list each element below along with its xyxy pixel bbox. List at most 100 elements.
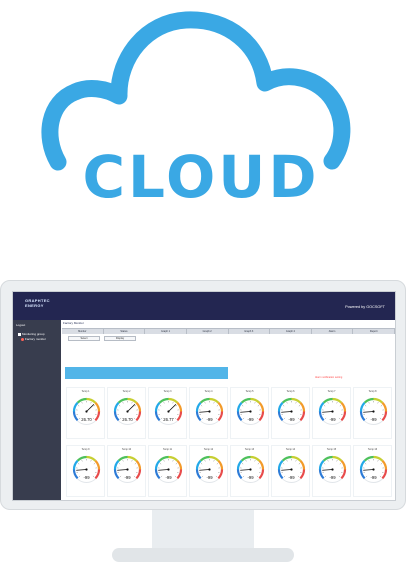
alert-dot-icon [21, 337, 24, 341]
gauge-label: Temp 2 [122, 390, 131, 393]
gauge-dial: -99 [318, 455, 347, 483]
tab-bar: Monitor Status Graph 1 Graph 2 Graph 3 G… [62, 328, 395, 334]
tab-graph-2[interactable]: Graph 2 [187, 329, 229, 334]
gauge-card: Temp 3 26.77 [148, 387, 187, 439]
gauge-hub [208, 410, 211, 413]
gauge-value: 26.70 [81, 417, 92, 422]
gauge-value: -99 [206, 475, 213, 480]
display-button[interactable]: Display [104, 336, 136, 341]
gauge-card: Temp 16 -99 [353, 445, 392, 497]
tree-root-label: Monitoring group [22, 332, 45, 336]
gauge-card: Temp 11 -99 [148, 445, 187, 497]
gauge-hub [85, 410, 88, 413]
gauge-card: Temp 15 -99 [312, 445, 351, 497]
status-banner [65, 367, 228, 379]
cloud-title: CLOUD [82, 143, 320, 211]
brand-line-2: ENERGY [25, 303, 44, 308]
gauge-label: Temp 11 [163, 448, 172, 451]
gauge-card: Temp 6 -99 [271, 387, 310, 439]
gauge-label: Temp 16 [367, 448, 378, 451]
gauge-dial: -99 [72, 455, 101, 483]
gauge-hub [331, 468, 334, 471]
gauge-dial: -99 [195, 397, 224, 425]
gauge-label: Temp 8 [368, 390, 377, 393]
gauge-card: Temp 1 26.70 [66, 387, 105, 439]
tab-graph-1[interactable]: Graph 1 [145, 329, 187, 334]
tree-toggle-icon[interactable] [18, 332, 21, 336]
group-title: Factory Monitor [63, 321, 84, 325]
gauge-label: Temp 13 [244, 448, 255, 451]
monitor-stand-foot [112, 548, 294, 562]
gauge-dial: -99 [359, 397, 388, 425]
gauge-label: Temp 5 [245, 390, 254, 393]
gauge-hub [126, 410, 129, 413]
gauge-value: 26.70 [122, 417, 133, 422]
monitor-screen: GRAPHTEC ENERGY Powered by GOCSOFT Logou… [12, 291, 396, 501]
sidebar: Logout Monitoring group Factory monitor [13, 320, 61, 500]
gauge-value: 26.77 [163, 417, 174, 422]
gauge-hub [249, 468, 252, 471]
gauge-hub [126, 468, 129, 471]
gauge-value: -99 [124, 475, 131, 480]
gauge-value: -99 [247, 417, 254, 422]
cloud-hero: CLOUD [36, 8, 366, 213]
gauge-card: Temp 7 -99 [312, 387, 351, 439]
gauge-value: -99 [288, 475, 295, 480]
gauge-dial: -99 [113, 455, 142, 483]
select-button[interactable]: Select [68, 336, 100, 341]
gauge-card: Temp 5 -99 [230, 387, 269, 439]
gauge-hub [331, 410, 334, 413]
action-bar: Select Display [68, 336, 136, 341]
gauge-card: Temp 9 -99 [66, 445, 105, 497]
tree-child-item[interactable]: Factory monitor [21, 337, 46, 341]
sidebar-top-link[interactable]: Logout [16, 323, 25, 327]
gauge-dial: -99 [318, 397, 347, 425]
gauge-grid: Temp 1 26.70 Temp 2 26.70 Temp 3 26.77 Temp 4 -… [66, 387, 392, 498]
gauge-hub [290, 468, 293, 471]
gauge-hub [85, 468, 88, 471]
gauge-hub [372, 468, 375, 471]
gauge-dial: 26.70 [113, 397, 142, 425]
gauge-dial: -99 [236, 397, 265, 425]
gauge-dial: 26.77 [154, 397, 183, 425]
gauge-value: -99 [329, 475, 336, 480]
gauge-card: Temp 12 -99 [189, 445, 228, 497]
tab-alarm[interactable]: Alarm [312, 329, 354, 334]
app-header: GRAPHTEC ENERGY Powered by GOCSOFT [13, 292, 395, 320]
gauge-value: -99 [329, 417, 336, 422]
gauge-label: Temp 12 [203, 448, 214, 451]
gauge-card: Temp 8 -99 [353, 387, 392, 439]
gauge-label: Temp 6 [286, 390, 295, 393]
brand-logo: GRAPHTEC ENERGY [25, 298, 50, 308]
gauge-value: -99 [288, 417, 295, 422]
gauge-label: Temp 15 [326, 448, 337, 451]
tab-monitor[interactable]: Monitor [62, 329, 104, 334]
gauge-value: -99 [247, 475, 254, 480]
tab-graph-3[interactable]: Graph 3 [229, 329, 271, 334]
gauge-hub [290, 410, 293, 413]
tab-status[interactable]: Status [104, 329, 146, 334]
gauge-hub [372, 410, 375, 413]
gauge-value: -99 [370, 417, 377, 422]
powered-by-label: Powered by GOCSOFT [345, 305, 385, 309]
gauge-label: Temp 9 [81, 448, 90, 451]
gauge-dial: -99 [277, 455, 306, 483]
gauge-label: Temp 10 [121, 448, 132, 451]
gauge-label: Temp 14 [285, 448, 296, 451]
gauge-card: Temp 13 -99 [230, 445, 269, 497]
gauge-card: Temp 10 -99 [107, 445, 146, 497]
gauge-dial: -99 [195, 455, 224, 483]
gauge-hub [208, 468, 211, 471]
gauge-hub [167, 468, 170, 471]
tree-root-item[interactable]: Monitoring group [18, 332, 45, 336]
gauge-card: Temp 2 26.70 [107, 387, 146, 439]
alarm-note: Alarm notification setting [315, 376, 343, 379]
gauge-dial: -99 [236, 455, 265, 483]
tab-report[interactable]: Report [353, 329, 395, 334]
gauge-dial: -99 [154, 455, 183, 483]
gauge-label: Temp 3 [163, 390, 172, 393]
gauge-label: Temp 4 [204, 390, 213, 393]
gauge-card: Temp 14 -99 [271, 445, 310, 497]
gauge-dial: -99 [277, 397, 306, 425]
tab-graph-4[interactable]: Graph 4 [270, 329, 312, 334]
